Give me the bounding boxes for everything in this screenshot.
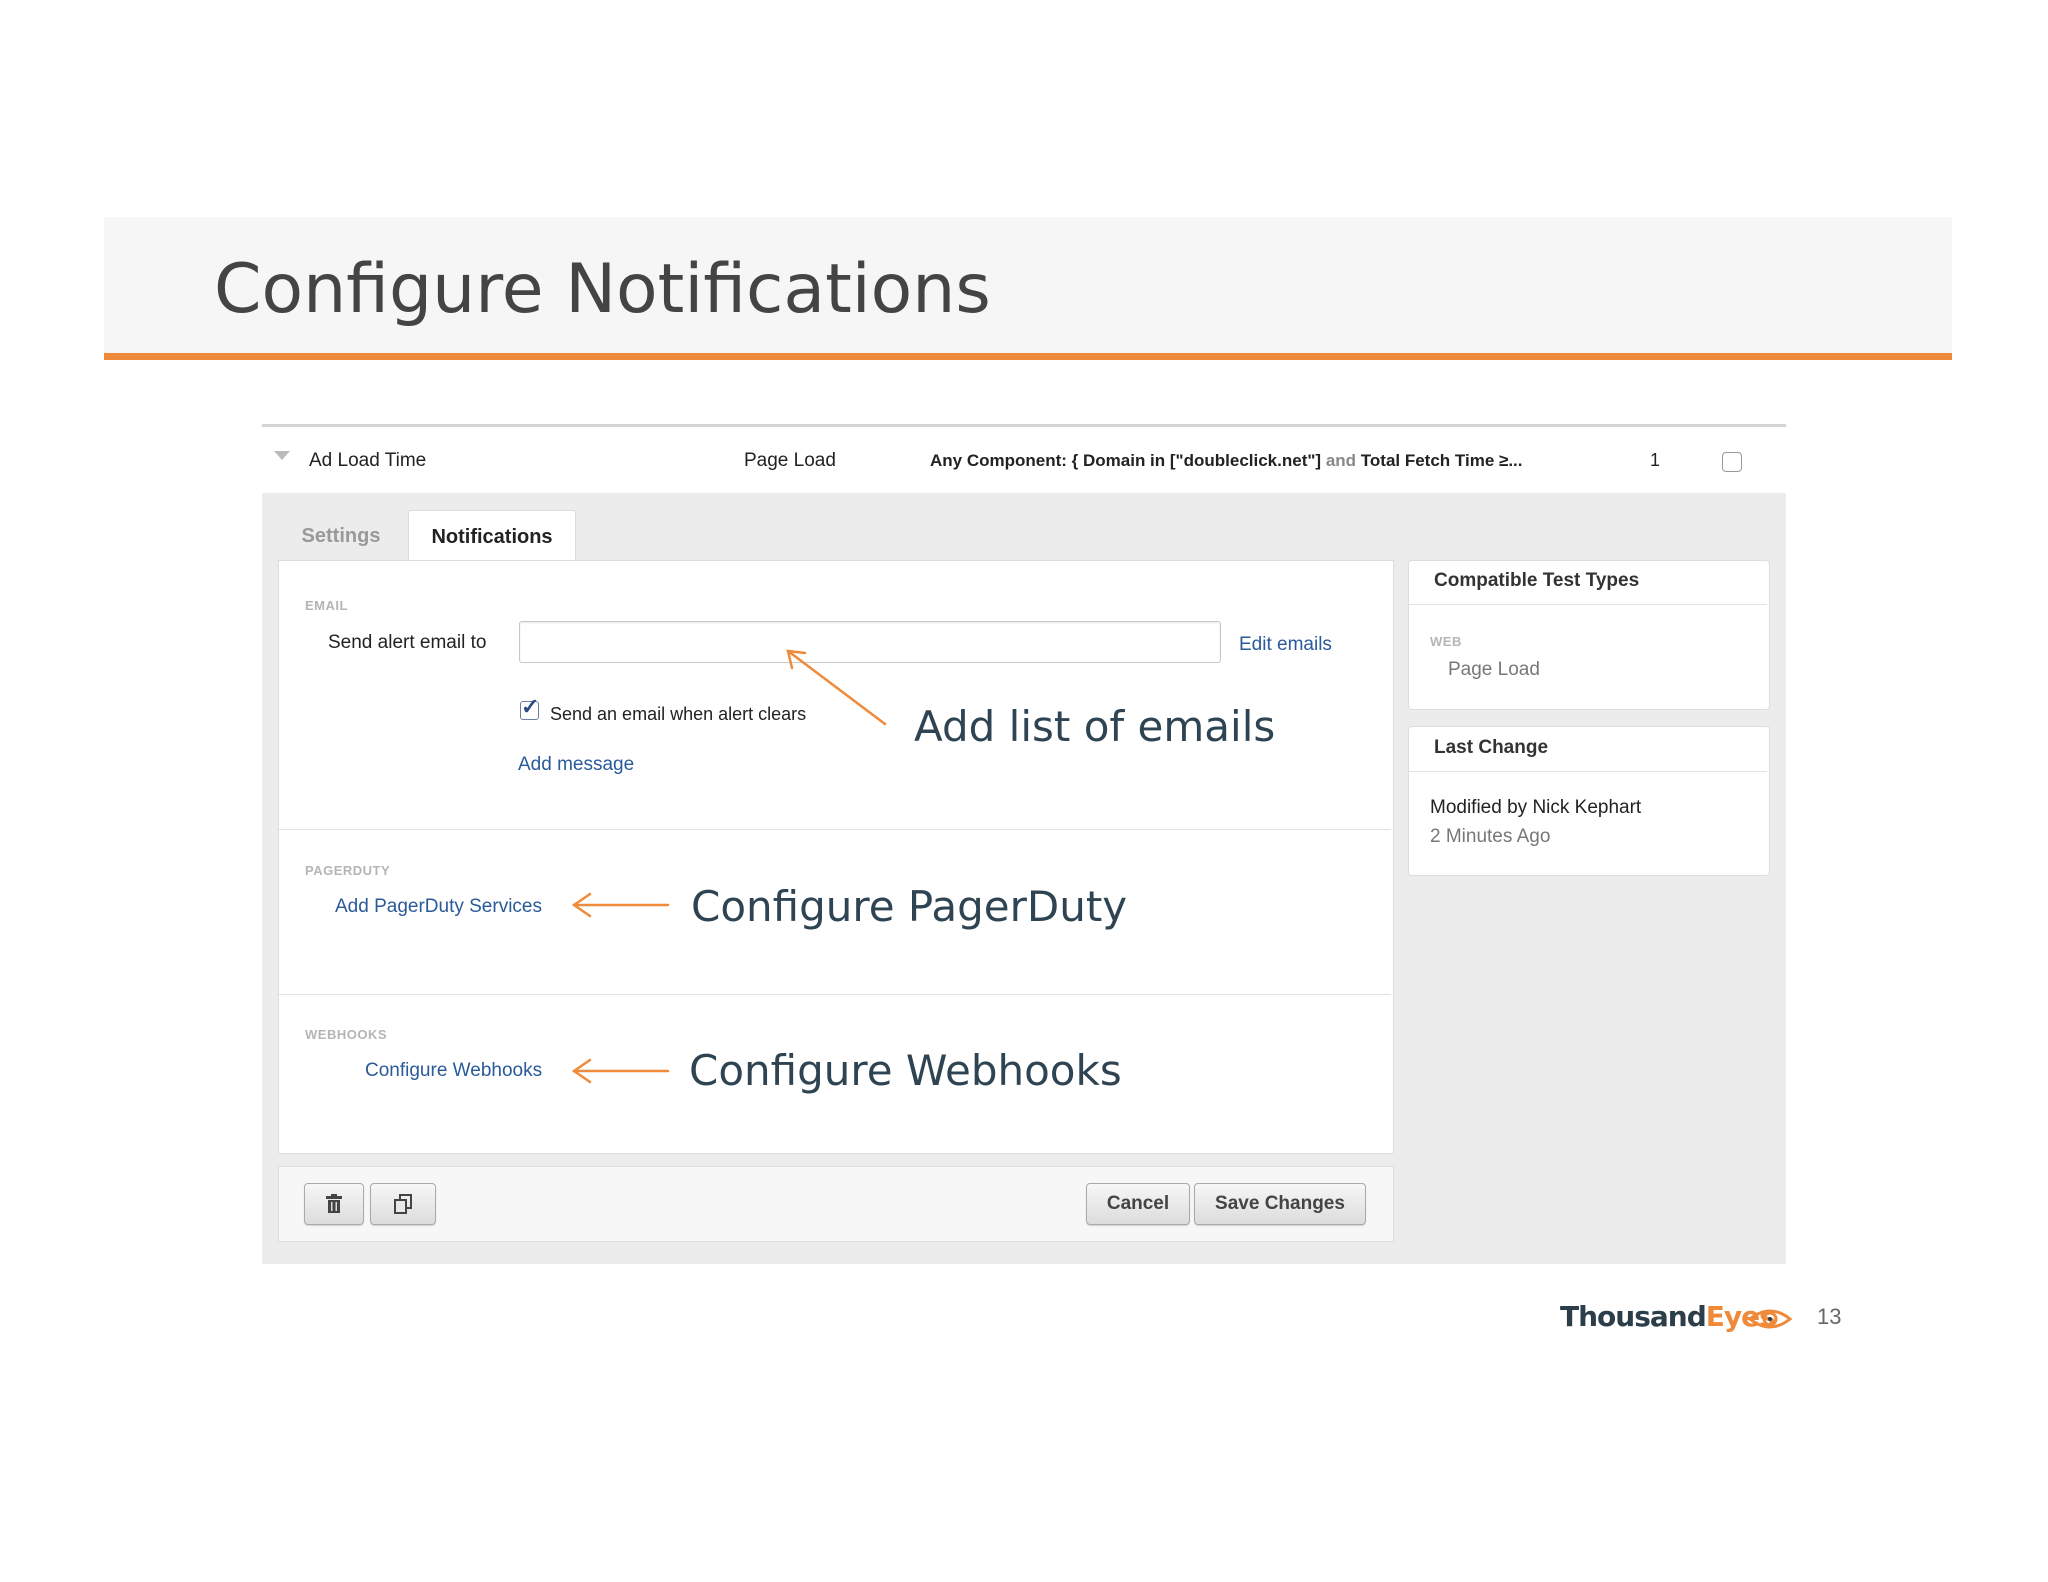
page-number: 13	[1817, 1304, 1842, 1329]
last-change-title: Last Change	[1434, 737, 1549, 758]
alert-email-input[interactable]	[519, 621, 1221, 663]
tab-settings[interactable]: Settings	[280, 512, 402, 560]
collapse-caret-icon[interactable]	[274, 451, 290, 460]
copy-icon	[394, 1194, 412, 1214]
alert-rule-count: 1	[1650, 450, 1661, 470]
annotation-webhooks: Configure Webhooks	[689, 1046, 1122, 1095]
alert-clears-label: Send an email when alert clears	[550, 704, 807, 724]
logo-part1: Thousand	[1560, 1300, 1707, 1333]
thousandeyes-logo: ThousandEyes	[1560, 1300, 1776, 1333]
eye-icon	[1748, 1309, 1792, 1329]
modified-time: 2 Minutes Ago	[1430, 826, 1551, 847]
modified-by: Modified by Nick Kephart	[1430, 797, 1642, 818]
header-accent-rule	[104, 353, 1952, 360]
add-message-link[interactable]: Add message	[518, 754, 634, 776]
webhooks-section-label: WEBHOOKS	[305, 1027, 387, 1042]
send-alert-label: Send alert email to	[328, 632, 487, 653]
alert-rule-checkbox[interactable]	[1722, 452, 1742, 472]
card-divider	[1409, 771, 1767, 772]
compatible-test-type: Page Load	[1448, 659, 1540, 680]
alert-rule-test-type: Page Load	[744, 450, 836, 471]
tab-notifications[interactable]: Notifications	[408, 510, 576, 563]
alert-rule-name: Ad Load Time	[309, 450, 427, 471]
condition-part1: Any Component: { Domain in ["doubleclick…	[930, 451, 1326, 470]
section-divider	[279, 994, 1391, 995]
section-divider	[279, 829, 1391, 830]
trash-icon	[326, 1194, 342, 1213]
configure-webhooks-link[interactable]: Configure Webhooks	[365, 1060, 542, 1082]
edit-emails-link[interactable]: Edit emails	[1239, 634, 1332, 656]
condition-part2: Total Fetch Time ≥...	[1356, 451, 1523, 470]
save-changes-button[interactable]: Save Changes	[1194, 1183, 1366, 1225]
checkmark-icon: ✓	[521, 694, 540, 719]
slide-title: Configure Notifications	[214, 250, 991, 329]
annotation-emails: Add list of emails	[914, 702, 1276, 751]
annotation-pagerduty: Configure PagerDuty	[691, 882, 1128, 931]
alert-rule-condition: Any Component: { Domain in ["doubleclick…	[930, 451, 1523, 471]
card-divider	[1409, 604, 1767, 605]
compatible-card-title: Compatible Test Types	[1434, 570, 1640, 591]
copy-button[interactable]	[370, 1183, 436, 1225]
cancel-button[interactable]: Cancel	[1086, 1183, 1190, 1225]
email-section-label: EMAIL	[305, 598, 348, 613]
web-category-label: WEB	[1430, 634, 1462, 649]
delete-button[interactable]	[304, 1183, 364, 1225]
add-pagerduty-link[interactable]: Add PagerDuty Services	[335, 896, 542, 918]
pagerduty-section-label: PAGERDUTY	[305, 863, 391, 878]
condition-and: and	[1325, 451, 1357, 470]
